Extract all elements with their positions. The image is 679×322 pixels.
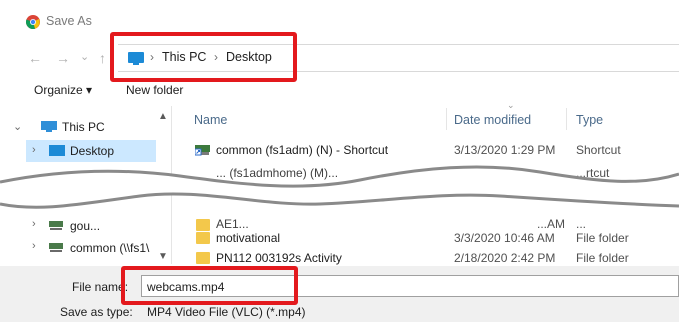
file-name-label: File name: xyxy=(72,280,129,294)
expand-chevron-icon[interactable]: ⌄ xyxy=(13,120,22,133)
column-divider[interactable] xyxy=(446,108,447,130)
file-row-name[interactable]: PN112 003192s Activity xyxy=(216,251,342,265)
desktop-icon xyxy=(49,145,65,156)
sidebar-item-this-pc[interactable]: This PC xyxy=(62,120,105,134)
column-divider[interactable] xyxy=(566,108,567,130)
save-type-select[interactable]: MP4 Video File (VLC) (*.mp4) xyxy=(147,305,306,319)
torn-edge-break xyxy=(0,165,679,209)
file-name-highlight-box xyxy=(121,266,298,305)
up-button[interactable]: ↑ xyxy=(99,50,106,66)
nav-scroll-down-icon[interactable]: ▼ xyxy=(158,251,168,262)
window-title: Save As xyxy=(46,14,92,28)
pc-icon xyxy=(41,121,57,132)
sidebar-item-gou[interactable]: gou... xyxy=(70,219,100,233)
file-row-name[interactable]: AE1... xyxy=(216,217,249,231)
file-row-type: Shortcut xyxy=(576,143,621,157)
file-row-type: ... xyxy=(576,217,587,231)
address-highlight-box xyxy=(110,32,297,82)
sidebar-item-common[interactable]: common (\\fs1\ xyxy=(70,241,149,255)
new-folder-button[interactable]: New folder xyxy=(126,83,183,97)
recent-locations-button[interactable]: ⌄ xyxy=(80,50,89,63)
file-row-date: 2/18/2020 2:42 PM xyxy=(454,251,556,265)
toolbar xyxy=(0,76,679,104)
file-row-name[interactable]: motivational xyxy=(216,231,280,245)
collapse-chevron-icon[interactable]: › xyxy=(32,240,36,252)
save-type-label: Save as type: xyxy=(60,305,133,319)
collapse-chevron-icon[interactable]: › xyxy=(32,144,36,156)
organize-button[interactable]: Organize ▾ xyxy=(34,83,92,97)
file-row-type: File folder xyxy=(576,231,629,245)
back-button[interactable]: ← xyxy=(28,50,42,66)
folder-icon xyxy=(196,219,210,231)
forward-button[interactable]: → xyxy=(56,50,70,66)
shortcut-icon xyxy=(195,145,210,156)
column-header-date[interactable]: Date modified xyxy=(454,113,531,127)
title-bar xyxy=(0,0,679,40)
column-header-name[interactable]: Name xyxy=(194,113,227,127)
folder-icon xyxy=(196,232,210,244)
file-row-date: 3/13/2020 1:29 PM xyxy=(454,143,556,157)
file-row-date: 3/3/2020 10:46 AM xyxy=(454,231,555,245)
network-drive-icon xyxy=(49,243,63,252)
column-header-type[interactable]: Type xyxy=(576,113,603,127)
folder-icon xyxy=(196,252,210,264)
chrome-icon xyxy=(26,15,40,29)
sidebar-item-desktop[interactable]: Desktop xyxy=(70,144,114,158)
network-drive-icon xyxy=(49,221,63,230)
file-row-type: File folder xyxy=(576,251,629,265)
sort-indicator-icon: ⌄ xyxy=(507,100,515,110)
nav-scroll-up-icon[interactable]: ▲ xyxy=(158,111,168,122)
file-row-date: ...AM xyxy=(537,217,566,231)
file-row-name[interactable]: common (fs1adm) (N) - Shortcut xyxy=(216,143,388,157)
